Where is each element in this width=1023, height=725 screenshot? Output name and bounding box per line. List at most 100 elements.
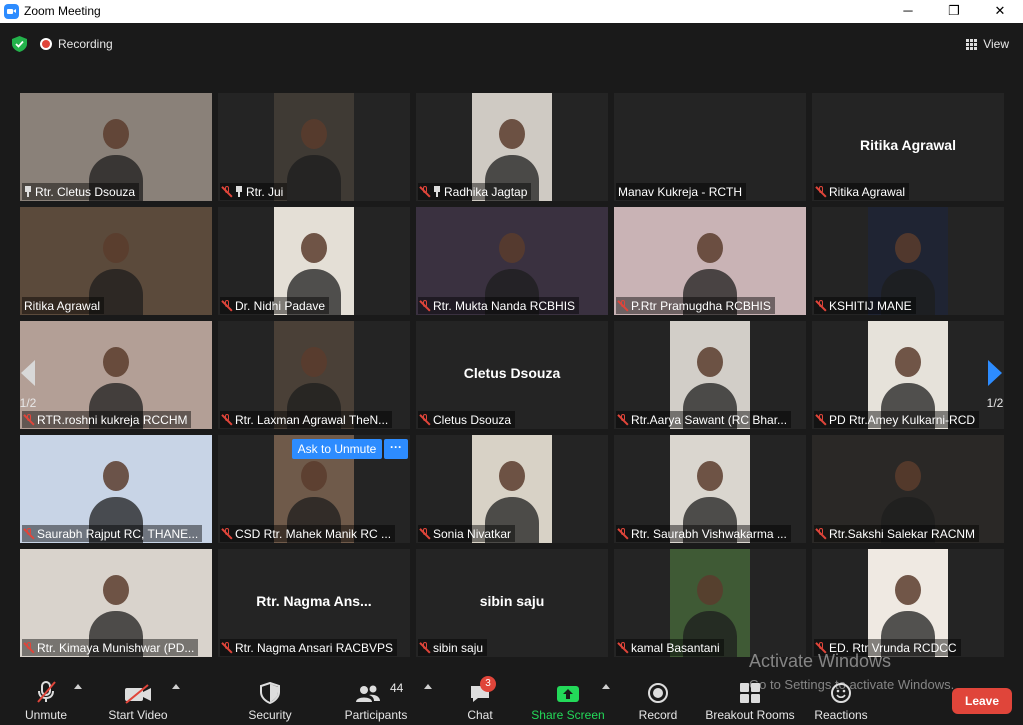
participant-nameplate: Rtr.Sakshi Salekar RACNM (814, 525, 980, 542)
participant-face (895, 575, 921, 605)
pin-icon (433, 185, 441, 198)
muted-microphone-icon (618, 641, 628, 654)
chevron-right-icon (988, 360, 1002, 386)
participant-face (499, 461, 525, 491)
view-label: View (983, 37, 1009, 51)
participant-name: CSD Rtr. Mahek Manik RC ... (235, 526, 392, 541)
participant-nameplate: Ritika Agrawal (814, 183, 910, 200)
participants-count: 44 (390, 681, 404, 695)
participants-options-chevron-icon[interactable] (424, 684, 432, 689)
right-page-indicator: 1/2 (986, 396, 1004, 410)
previous-page-button[interactable]: 1/2 (13, 360, 43, 410)
participant-tile[interactable]: RTR.roshni kukreja RCCHM (20, 321, 212, 429)
participant-tile[interactable]: sibin saju sibin saju (416, 549, 608, 657)
participant-name: Rtr. Nagma Ansari RACBVPS (235, 640, 394, 655)
pin-icon (235, 185, 243, 198)
leave-button[interactable]: Leave (952, 688, 1012, 714)
participant-tile[interactable]: Dr. Nidhi Padave (218, 207, 410, 315)
view-button[interactable]: View (966, 34, 1009, 54)
participant-name: Rtr.Sakshi Salekar RACNM (829, 526, 976, 541)
participant-nameplate: Dr. Nidhi Padave (220, 297, 330, 314)
participant-face (301, 233, 327, 263)
participant-face (697, 233, 723, 263)
share-screen-button[interactable]: Share Screen (530, 678, 606, 722)
start-video-button[interactable]: Start Video (104, 678, 172, 722)
grid-view-icon (966, 38, 978, 50)
participant-tile[interactable]: Rtr. Kimaya Munishwar (PD... (20, 549, 212, 657)
unmute-button[interactable]: Unmute (18, 678, 74, 722)
participant-name: PD Rtr.Amey Kulkarni-RCD (829, 412, 976, 427)
zoom-logo-icon (4, 4, 19, 19)
participant-nameplate: RTR.roshni kukreja RCCHM (22, 411, 192, 428)
participant-name: Ritika Agrawal (829, 184, 906, 199)
participant-display-name: sibin saju (479, 593, 545, 609)
participant-nameplate: PD Rtr.Amey Kulkarni-RCD (814, 411, 980, 428)
participant-tile[interactable]: Ritika Agrawal Ritika Agrawal (812, 93, 1004, 201)
minimize-button[interactable]: ─ (885, 0, 931, 23)
participant-tile[interactable]: Rtr. Saurabh Vishwakarma ... (614, 435, 806, 543)
participant-face (895, 233, 921, 263)
participant-tile[interactable]: Rtr. Cletus Dsouza (20, 93, 212, 201)
participant-tile[interactable]: Rtr. Nagma Ans... Rtr. Nagma Ansari RACBV… (218, 549, 410, 657)
muted-microphone-icon (420, 641, 430, 654)
title-bar: Zoom Meeting ─ ❐ ✕ (0, 0, 1023, 23)
participant-name: Rtr. Mukta Nanda RCBHIS (433, 298, 576, 313)
video-options-chevron-icon[interactable] (172, 684, 180, 689)
muted-microphone-icon (816, 527, 826, 540)
participant-name: kamal Basantani (631, 640, 720, 655)
ask-to-unmute-button[interactable]: Ask to Unmute (292, 439, 382, 459)
close-button[interactable]: ✕ (977, 0, 1023, 23)
participant-name: Rtr. Kimaya Munishwar (PD... (37, 640, 195, 655)
recording-indicator[interactable]: Recording (40, 34, 113, 54)
participant-tile[interactable]: Rtr. Jui (218, 93, 410, 201)
reactions-button[interactable]: Reactions (812, 678, 870, 722)
participants-button[interactable]: 44 Participants (340, 678, 412, 722)
breakout-rooms-button[interactable]: Breakout Rooms (702, 678, 798, 722)
participant-tile[interactable]: Rtr. Mukta Nanda RCBHIS (416, 207, 608, 315)
more-options-button[interactable]: ··· (384, 439, 408, 459)
record-button[interactable]: Record (636, 678, 680, 722)
chevron-left-icon (21, 360, 35, 386)
muted-microphone-icon (222, 185, 232, 198)
chat-label: Chat (467, 708, 493, 722)
participant-face (103, 347, 129, 377)
muted-microphone-icon (37, 681, 56, 703)
participant-face (697, 461, 723, 491)
participant-name: P.Rtr Pramugdha RCBHIS (631, 298, 771, 313)
participant-tile[interactable]: KSHITIJ MANE (812, 207, 1004, 315)
security-button[interactable]: Security (242, 678, 298, 722)
participant-tile[interactable]: Sonia Nivatkar (416, 435, 608, 543)
participant-tile[interactable]: Rtr. Laxman Agrawal TheN... (218, 321, 410, 429)
participant-tile[interactable]: P.Rtr Pramugdha RCBHIS (614, 207, 806, 315)
participant-tile[interactable]: kamal Basantani (614, 549, 806, 657)
reactions-label: Reactions (814, 708, 868, 722)
participant-tile[interactable]: Radhika Jagtap (416, 93, 608, 201)
participant-name: Dr. Nidhi Padave (235, 298, 326, 313)
participant-name: Saurabh Rajput RC, THANE... (37, 526, 199, 541)
participant-nameplate: CSD Rtr. Mahek Manik RC ... (220, 525, 396, 542)
smiley-icon (831, 683, 851, 703)
share-options-chevron-icon[interactable] (602, 684, 610, 689)
participant-tile[interactable]: Saurabh Rajput RC, THANE... (20, 435, 212, 543)
participant-name: KSHITIJ MANE (829, 298, 912, 313)
participants-icon (356, 685, 380, 702)
start-video-label: Start Video (108, 708, 168, 722)
participant-tile[interactable]: Rtr.Sakshi Salekar RACNM (812, 435, 1004, 543)
participant-face (697, 347, 723, 377)
participant-tile[interactable]: Cletus Dsouza Cletus Dsouza (416, 321, 608, 429)
audio-options-chevron-icon[interactable] (74, 684, 82, 689)
maximize-button[interactable]: ❐ (931, 0, 977, 23)
participant-tile[interactable]: Ritika Agrawal (20, 207, 212, 315)
participant-tile[interactable]: Rtr.Aarya Sawant (RC Bhar... (614, 321, 806, 429)
participant-tile[interactable]: PD Rtr.Amey Kulkarni-RCD (812, 321, 1004, 429)
breakout-rooms-label: Breakout Rooms (705, 708, 795, 722)
participant-tile[interactable]: Manav Kukreja - RCTH (614, 93, 806, 201)
participant-tile[interactable]: ED. Rtr Vrunda RCDCC (812, 549, 1004, 657)
participant-face (301, 347, 327, 377)
next-page-button[interactable]: 1/2 (980, 360, 1010, 410)
muted-microphone-icon (24, 641, 34, 654)
participant-nameplate: Cletus Dsouza (418, 411, 516, 428)
encryption-shield-icon[interactable] (12, 36, 27, 52)
participant-body (287, 155, 341, 201)
chat-button[interactable]: 3 Chat (462, 676, 498, 722)
